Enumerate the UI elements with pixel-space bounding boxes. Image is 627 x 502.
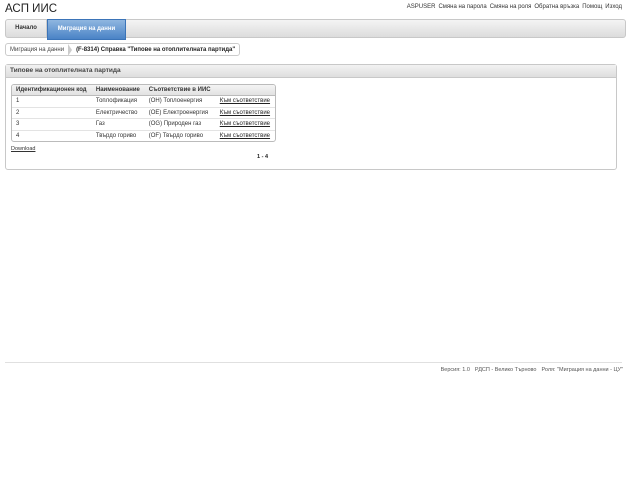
footer-role: Роля: "Миграция на данни - ЦУ": [541, 367, 623, 373]
logout-link[interactable]: Изход: [605, 4, 622, 10]
footer: Версия: 1.0 РДСП - Велико Търново Роля: …: [441, 367, 623, 373]
breadcrumb-current: (F-8314) Справка "Типове на отоплителнат…: [76, 46, 236, 53]
cell-action: Към съответствие: [215, 95, 275, 108]
breadcrumb-parent[interactable]: Миграция на данни: [6, 47, 68, 53]
cell-id: 2: [12, 107, 92, 119]
cell-mapping: (OG) Природен газ: [144, 118, 216, 131]
main-navbar: Начало Миграция на данни: [5, 19, 626, 40]
table-row: 2 Електричество (OE) Електроенергия Към …: [12, 107, 275, 119]
column-header-mapping[interactable]: Съответствие в ИИС: [144, 85, 216, 96]
cell-mapping: (OH) Топлоенергия: [144, 95, 216, 108]
download-link[interactable]: Download: [11, 146, 35, 152]
footer-version: Версия: 1.0: [440, 367, 470, 373]
to-mapping-link[interactable]: Към съответствие: [220, 121, 270, 127]
top-links: ASPUSER Смяна на парола Смяна на роля Об…: [407, 4, 622, 10]
table-header-row: Идентификационен код Наименование Съотве…: [12, 85, 275, 96]
column-header-id[interactable]: Идентификационен код: [12, 85, 92, 96]
table-row: 4 Твърдо гориво (OF) Твърдо гориво Към с…: [12, 130, 275, 141]
cell-name: Твърдо гориво: [95, 132, 137, 139]
change-role-link[interactable]: Смяна на роля: [490, 4, 532, 10]
user-link[interactable]: ASPUSER: [407, 4, 436, 10]
nav-home[interactable]: Начало: [6, 20, 47, 37]
pager-range: 1 - 4: [257, 154, 269, 160]
table-row: 3 Газ (OG) Природен газ Към съответствие: [12, 118, 275, 131]
data-grid: Идентификационен код Наименование Съотве…: [11, 84, 276, 142]
cell-name: Електричество: [91, 107, 145, 119]
report-panel: Типове на отоплителната партида Идентифи…: [5, 64, 617, 170]
cell-mapping: (OE) Електроенергия: [144, 107, 216, 119]
to-mapping-link[interactable]: Към съответствие: [220, 98, 270, 104]
cell-action: Към съответствие: [215, 118, 275, 131]
cell-action: Към съответствие: [216, 130, 275, 141]
cell-name: Топлофикация: [91, 95, 145, 108]
cell-action: Към съответствие: [215, 107, 275, 119]
breadcrumb: Миграция на данни (F-8314) Справка "Типо…: [5, 43, 241, 56]
app-title: АСП ИИС: [5, 3, 58, 15]
panel-title: Типове на отоплителната партида: [6, 65, 616, 78]
nav-data-migration[interactable]: Миграция на данни: [47, 19, 126, 40]
column-header-name[interactable]: Наименование: [91, 85, 145, 96]
cell-mapping: (OF) Твърдо гориво: [148, 132, 204, 139]
to-mapping-link[interactable]: Към съответствие: [220, 133, 270, 139]
cell-id: 4: [16, 132, 20, 139]
to-mapping-link[interactable]: Към съответствие: [220, 110, 270, 116]
feedback-link[interactable]: Обратна връзка: [534, 4, 579, 10]
change-password-link[interactable]: Смяна на парола: [438, 4, 486, 10]
cell-id: 1: [12, 95, 92, 108]
column-header-action: [215, 85, 275, 96]
footer-office: РДСП - Велико Търново: [474, 367, 537, 373]
cell-id: 3: [12, 118, 92, 131]
help-link[interactable]: Помощ: [582, 4, 602, 10]
table-row: 1 Топлофикация (OH) Топлоенергия Към съо…: [12, 95, 275, 108]
footer-divider: [5, 362, 622, 363]
cell-name: Газ: [91, 118, 145, 131]
